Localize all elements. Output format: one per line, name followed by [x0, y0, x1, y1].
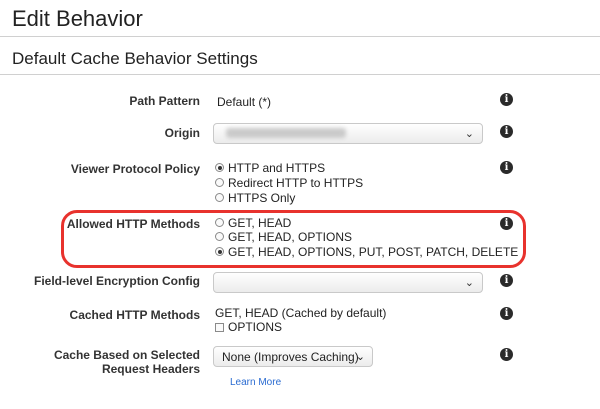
radio-button[interactable] [215, 178, 224, 187]
radio-http-and-https[interactable]: HTTP and HTTPS [215, 160, 325, 175]
section-title: Default Cache Behavior Settings [12, 49, 258, 68]
info-icon[interactable]: i [500, 274, 513, 287]
info-icon[interactable]: i [500, 307, 513, 320]
info-icon[interactable]: i [500, 161, 513, 174]
cache-headers-label-line1: Cache Based on Selected [53, 348, 200, 362]
viewer-protocol-policy-label: Viewer Protocol Policy [70, 162, 200, 176]
options-checkbox-label: OPTIONS [228, 320, 283, 334]
cache-headers-label-line2: Request Headers [101, 362, 200, 376]
origin-label: Origin [164, 126, 200, 140]
radio-label: HTTPS Only [228, 190, 296, 205]
chevron-down-icon: ⌄ [464, 128, 474, 140]
path-pattern-label: Path Pattern [129, 94, 200, 108]
page-title: Edit Behavior [12, 6, 143, 31]
section-divider [0, 74, 600, 75]
cache-headers-select[interactable]: None (Improves Caching) ⌄ [213, 346, 373, 367]
options-checkbox-row[interactable]: OPTIONS [215, 320, 282, 335]
radio-label: HTTP and HTTPS [228, 160, 326, 175]
radio-https-only[interactable]: HTTPS Only [215, 190, 295, 205]
radio-button[interactable] [215, 163, 224, 172]
options-checkbox[interactable] [215, 323, 224, 333]
chevron-down-icon: ⌄ [355, 351, 365, 363]
learn-more-link[interactable]: Learn More [230, 377, 281, 388]
path-pattern-value: Default (*) [217, 95, 272, 109]
radio-label: Redirect HTTP to HTTPS [228, 175, 364, 190]
title-divider [0, 36, 600, 37]
chevron-down-icon: ⌄ [464, 277, 474, 289]
cache-headers-value: None (Improves Caching) [222, 350, 359, 364]
origin-select[interactable]: ⌄ [213, 123, 483, 144]
info-icon[interactable]: i [500, 125, 513, 138]
info-icon[interactable]: i [500, 93, 513, 106]
field-level-encryption-label: Field-level Encryption Config [33, 274, 200, 288]
info-icon[interactable]: i [500, 348, 513, 361]
radio-button[interactable] [215, 193, 224, 202]
field-level-encryption-select[interactable]: ⌄ [213, 272, 483, 293]
radio-redirect-http-to-https[interactable]: Redirect HTTP to HTTPS [215, 175, 363, 190]
cached-methods-text: GET, HEAD (Cached by default) [215, 306, 387, 320]
cached-http-methods-label: Cached HTTP Methods [69, 308, 200, 322]
origin-value-redacted [226, 128, 346, 138]
highlight-annotation [61, 210, 526, 268]
